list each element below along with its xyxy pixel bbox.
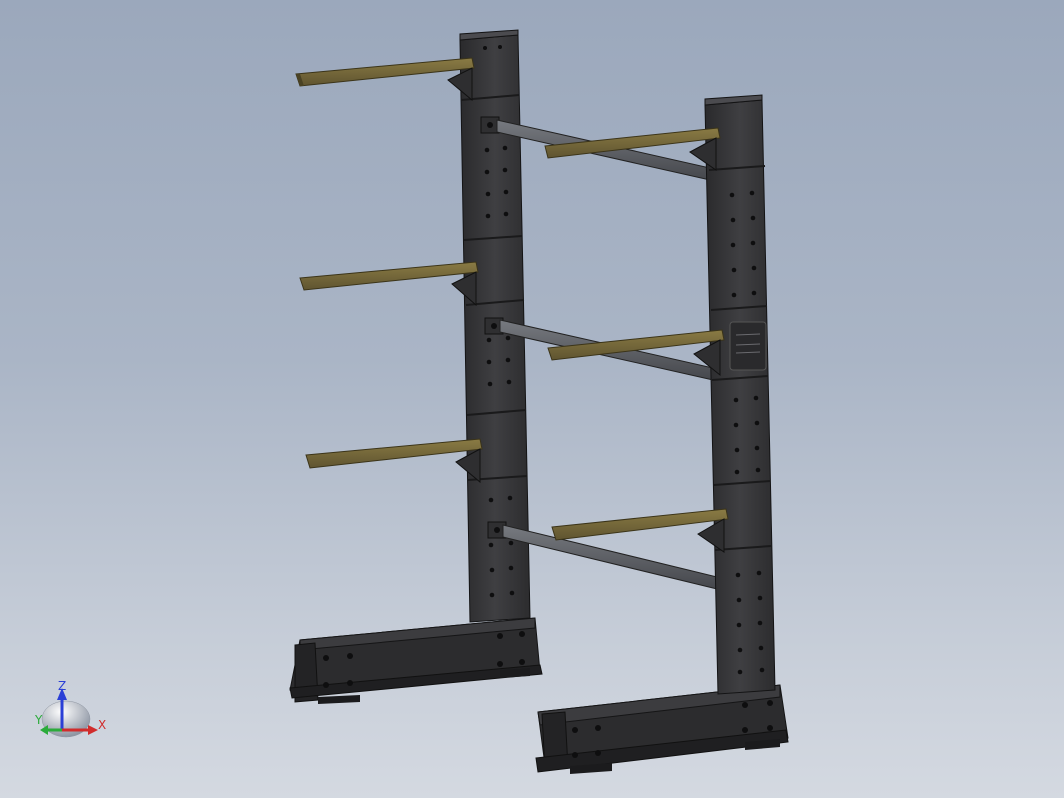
z-axis-label: Z — [58, 679, 66, 693]
triad-dome-icon — [41, 700, 91, 738]
left-arm-bottom[interactable] — [305, 438, 483, 484]
cad-viewport[interactable]: Z X Y — [0, 0, 1064, 798]
coordinate-triad[interactable]: Z X Y — [34, 679, 106, 738]
left-arm-top[interactable] — [295, 57, 475, 102]
right-column — [704, 99, 776, 695]
left-arm-middle[interactable] — [299, 261, 479, 307]
x-axis-label: X — [98, 718, 106, 732]
nameplate — [729, 321, 767, 371]
y-axis-label: Y — [34, 713, 43, 727]
left-base-beam — [289, 617, 543, 704]
right-arm-top[interactable] — [544, 127, 721, 171]
right-upright[interactable] — [535, 94, 789, 774]
x-arrow-icon — [88, 725, 98, 735]
